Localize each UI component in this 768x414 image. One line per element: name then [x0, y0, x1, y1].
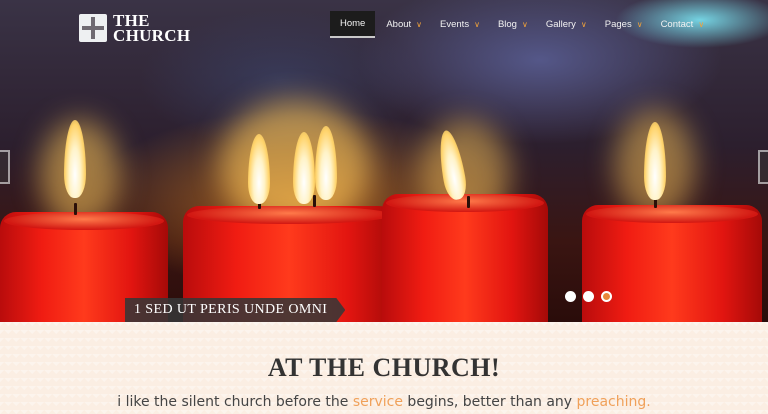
intro-section: AT THE CHURCH! i like the silent church …: [0, 322, 768, 414]
nav-about-label: About: [386, 19, 412, 30]
nav-pages[interactable]: Pages ∨: [596, 11, 652, 38]
preaching-link[interactable]: preaching.: [577, 394, 651, 410]
intro-text: i like the silent church before the serv…: [0, 394, 768, 410]
site-title: THE CHURCH: [113, 12, 191, 45]
chevron-down-icon: ∨: [636, 20, 643, 29]
nav-about[interactable]: About ∨: [377, 11, 431, 38]
nav-blog[interactable]: Blog ∨: [489, 11, 537, 38]
slide-caption: 1 SED UT PERIS UNDE OMNI: [125, 298, 345, 322]
chevron-down-icon: ∨: [580, 20, 587, 29]
wick: [74, 203, 77, 215]
cross-icon: [79, 14, 107, 42]
slider-prev-button[interactable]: [0, 150, 10, 184]
hero-slider: 1 SED UT PERIS UNDE OMNI: [0, 0, 768, 322]
nav-contact-label: Contact: [660, 19, 694, 30]
wick: [467, 196, 470, 208]
candle: [582, 205, 762, 322]
nav-events[interactable]: Events ∨: [431, 11, 489, 38]
intro-text-part2: begins, better than any: [402, 394, 577, 410]
chevron-down-icon: ∨: [474, 20, 480, 29]
nav-gallery[interactable]: Gallery ∨: [537, 11, 596, 38]
wick: [313, 195, 316, 207]
slider-pagination: [565, 291, 619, 302]
site-logo[interactable]: THE CHURCH: [79, 12, 191, 45]
nav-pages-label: Pages: [604, 19, 632, 30]
slide-dot-1[interactable]: [565, 291, 576, 302]
site-title-line2: CHURCH: [113, 26, 191, 45]
nav-blog-label: Blog: [497, 19, 517, 30]
nav-home[interactable]: Home: [330, 11, 376, 38]
slider-next-button[interactable]: [758, 150, 768, 184]
main-nav: Home About ∨ Events ∨ Blog ∨ Gallery ∨ Pages…: [330, 11, 713, 38]
chevron-down-icon: ∨: [521, 20, 528, 29]
nav-home-label: Home: [340, 18, 366, 29]
service-link[interactable]: service: [353, 394, 403, 410]
chevron-down-icon: ∨: [416, 20, 423, 29]
intro-heading: AT THE CHURCH!: [267, 353, 501, 382]
nav-events-label: Events: [440, 19, 470, 30]
nav-contact[interactable]: Contact ∨: [652, 11, 714, 38]
candle: [382, 194, 548, 322]
slide-dot-3[interactable]: [601, 291, 612, 302]
slide-dot-2[interactable]: [583, 291, 594, 302]
intro-text-part1: i like the silent church before the: [117, 394, 353, 410]
chevron-down-icon: ∨: [698, 20, 705, 29]
nav-gallery-label: Gallery: [545, 19, 576, 30]
